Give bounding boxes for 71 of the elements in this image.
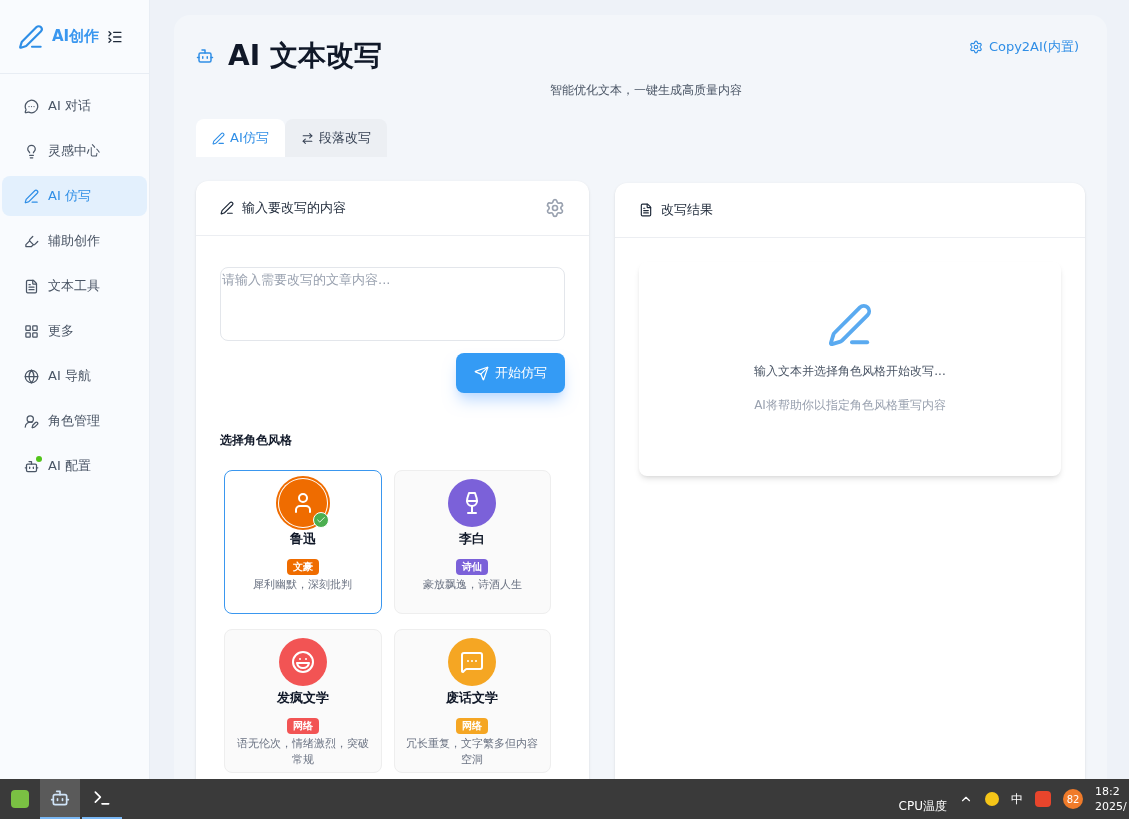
sidebar-item-label: AI 对话 (48, 97, 91, 116)
settings-icon[interactable] (545, 198, 565, 218)
logo-text: AI创作 (51, 26, 100, 48)
page-subtitle: 智能优化文本，一键生成高质量内容 (549, 82, 742, 99)
card-title: 输入要改写的内容 (242, 199, 346, 218)
robot-icon (196, 47, 214, 65)
page-title: AI 文本改写 (228, 38, 382, 74)
sidebar-item[interactable]: AI 对话 (2, 86, 147, 126)
collapse-menu-icon[interactable] (107, 28, 123, 45)
sidebar-item[interactable]: AI 配置 (2, 446, 147, 486)
sidebar-item-label: 辅助创作 (48, 232, 100, 251)
pencil-icon (24, 188, 39, 204)
role-description: 犀利幽默，深刻批判 (252, 576, 354, 593)
pencil-logo-icon (18, 23, 44, 50)
sidebar-item[interactable]: 角色管理 (2, 401, 147, 441)
input-method-indicator[interactable]: 中 (1011, 790, 1023, 808)
role-tag: 文豪 (286, 558, 319, 575)
role-description: 豪放飘逸，诗酒人生 (421, 576, 523, 593)
sidebar-item[interactable]: 灵感中心 (2, 131, 147, 171)
pencil-icon (220, 201, 234, 215)
user-pen-icon (24, 413, 39, 429)
role-tag: 诗仙 (456, 558, 489, 575)
sidebar-item[interactable]: 文本工具 (2, 266, 147, 306)
swap-arrows-icon (300, 131, 314, 145)
role-card[interactable]: 李白 诗仙 豪放飘逸，诗酒人生 (393, 470, 551, 614)
pencil-icon (827, 302, 873, 348)
highlighter-icon (24, 233, 39, 249)
sidebar-item[interactable]: 更多 (2, 311, 147, 351)
grid-icon (24, 323, 39, 339)
lightbulb-icon (24, 143, 39, 159)
tab[interactable]: 段落改写 (284, 119, 387, 157)
document-icon (639, 203, 653, 217)
send-icon (474, 365, 489, 381)
empty-state-hint: AI将帮助你以指定角色风格重写内容 (754, 397, 946, 414)
role-tag: 网络 (286, 717, 319, 734)
sidebar-item-label: AI 导航 (48, 367, 91, 386)
role-card[interactable]: 鲁迅 文豪 犀利幽默，深刻批判 (224, 470, 382, 614)
empty-state-title: 输入文本并选择角色风格开始改写... (754, 363, 946, 380)
clock-time: 18:2 (1095, 784, 1121, 799)
section-heading: 选择角色风格 (220, 432, 293, 449)
sidebar-item-label: AI 仿写 (48, 187, 91, 206)
role-name: 李白 (459, 530, 486, 548)
tab[interactable]: AI仿写 (196, 119, 285, 157)
sidebar-item-label: 角色管理 (48, 412, 100, 431)
settings-icon (968, 39, 983, 54)
laughing-face-icon (290, 650, 315, 674)
role-description: 冗长重复，文字繁多但内容空洞 (405, 735, 540, 768)
pencil-icon (212, 131, 225, 145)
role-name: 发疯文学 (276, 689, 329, 707)
robot-icon (24, 458, 39, 474)
role-name: 废话文学 (446, 689, 499, 707)
sidebar-item-label: 更多 (48, 322, 74, 341)
document-icon (24, 278, 39, 294)
sidebar-item-label: 灵感中心 (48, 142, 100, 161)
role-card[interactable]: 发疯文学 网络 语无伦次，情绪激烈，突破常规 (224, 629, 382, 773)
card-title: 改写结果 (661, 201, 713, 220)
role-name: 鲁迅 (289, 530, 316, 548)
sidebar-item-label: AI 配置 (48, 457, 91, 476)
sidebar-item[interactable]: AI 导航 (2, 356, 147, 396)
speech-bubble-icon (460, 650, 485, 674)
sidebar-item-label: 文本工具 (48, 277, 100, 296)
role-description: 语无伦次，情绪激烈，突破常规 (235, 735, 370, 768)
cpu-temperature-label: CPU温度 (898, 798, 947, 815)
taskbar-app-icon[interactable] (40, 779, 80, 819)
text-input-field[interactable]: 请输入需要改写的文章内容... (220, 267, 565, 341)
globe-icon (24, 368, 39, 384)
sidebar-item[interactable]: 辅助创作 (2, 221, 147, 261)
chat-bubble-icon (24, 98, 39, 114)
role-card[interactable]: 废话文学 网络 冗长重复，文字繁多但内容空洞 (393, 629, 551, 773)
role-tag: 网络 (456, 717, 489, 734)
clock-date: 2025/ (1095, 799, 1128, 814)
